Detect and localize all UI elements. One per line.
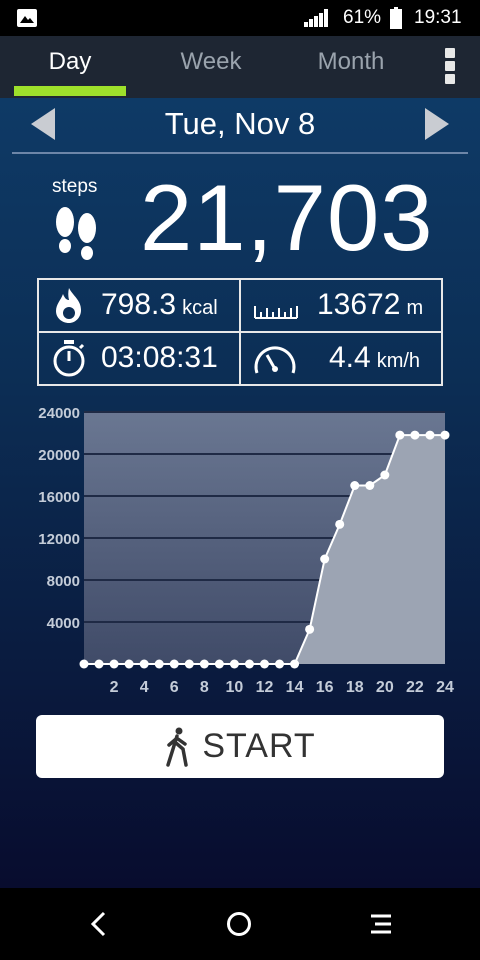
stats-grid: 798.3 kcal 13672 m 03:08:31 4.4 km/h [37, 278, 443, 386]
menu-icon[interactable] [369, 913, 393, 935]
speed-value: 4.4 [329, 341, 371, 374]
active-tab-indicator [14, 86, 126, 96]
stopwatch-icon [53, 340, 85, 377]
data-point [410, 430, 420, 440]
start-button-label: START [202, 727, 316, 765]
start-button[interactable]: START [36, 715, 444, 778]
x-tick-label: 20 [376, 679, 394, 694]
steps-count: 21,703 [140, 165, 434, 270]
data-point [229, 659, 239, 669]
walking-person-icon [166, 727, 189, 767]
y-tick-label: 12000 [38, 531, 80, 548]
y-tick-label: 24000 [38, 405, 80, 422]
calories-unit: kcal [182, 297, 218, 319]
data-point [365, 481, 375, 490]
distance-unit: m [406, 297, 424, 319]
back-icon[interactable] [88, 910, 108, 938]
footprints-icon [56, 207, 96, 260]
x-tick-label: 22 [406, 679, 424, 694]
overflow-menu-icon[interactable] [440, 48, 460, 88]
y-tick-label: 16000 [38, 489, 80, 506]
x-tick-label: 12 [256, 679, 274, 694]
tab-week[interactable]: Week [150, 48, 272, 76]
data-point [440, 430, 450, 440]
data-point [275, 659, 285, 669]
steps-summary: steps 21,703 [0, 165, 480, 278]
y-tick-label: 20000 [38, 447, 80, 464]
ruler-icon [254, 306, 298, 319]
battery-percent: 61% [343, 7, 382, 28]
tab-bar: Day Week Month [0, 36, 480, 98]
y-tick-label: 8000 [47, 573, 80, 590]
grid-divider [39, 331, 441, 333]
duration-stat: 03:08:31 [101, 341, 218, 375]
data-point [244, 659, 254, 669]
data-point [109, 659, 119, 669]
x-tick-label: 10 [226, 679, 244, 694]
system-nav-bar [0, 888, 480, 960]
data-point [395, 430, 405, 440]
y-tick-label: 4000 [47, 615, 80, 632]
battery-icon [390, 7, 402, 29]
main-content: Tue, Nov 8 steps 21,703 798.3 kcal 13672 m [0, 98, 480, 888]
home-icon[interactable] [227, 912, 251, 936]
divider [12, 152, 468, 154]
x-tick-label: 8 [200, 679, 209, 694]
x-tick-label: 6 [170, 679, 179, 694]
tab-month[interactable]: Month [290, 48, 412, 76]
distance-stat: 13672 m [317, 288, 423, 322]
data-point [199, 659, 209, 669]
speed-unit: km/h [376, 350, 421, 372]
flame-icon [56, 288, 81, 323]
steps-label: steps [52, 176, 98, 197]
steps-chart: 4000 8000 12000 16000 20000 24000 2 4 6 8 10 12 14 16… [0, 404, 480, 694]
data-point [169, 659, 179, 669]
tab-day[interactable]: Day [14, 48, 126, 76]
signal-icon [304, 9, 328, 27]
data-point [320, 554, 330, 564]
x-tick-label: 4 [140, 679, 149, 694]
distance-value: 13672 [317, 288, 401, 321]
image-icon [17, 9, 37, 27]
data-point [94, 659, 104, 669]
speed-stat: 4.4 km/h [329, 341, 420, 375]
data-point [425, 430, 435, 440]
x-tick-label: 2 [110, 679, 119, 694]
duration-value: 03:08:31 [101, 341, 218, 374]
clock: 19:31 [414, 7, 462, 28]
previous-day-button[interactable] [31, 108, 55, 140]
x-tick-label: 18 [346, 679, 364, 694]
data-point [124, 659, 134, 669]
data-point [154, 659, 164, 669]
status-bar: 61% 19:31 [0, 0, 480, 36]
steps-chart-svg: 40008000120001600020000240002 4 6 8 10 12 14 16… [38, 405, 454, 694]
data-point [139, 659, 149, 669]
calories-stat: 798.3 kcal [101, 288, 218, 322]
speedometer-icon [254, 346, 296, 374]
data-point [305, 624, 315, 634]
data-point [350, 481, 360, 490]
x-tick-label: 16 [316, 679, 334, 694]
data-point [184, 659, 194, 669]
data-point [214, 659, 224, 669]
data-point [380, 470, 390, 480]
data-point [290, 659, 300, 669]
x-tick-label: 14 [286, 679, 304, 694]
calories-value: 798.3 [101, 288, 177, 321]
x-tick-label: 24 [436, 679, 454, 694]
data-point [79, 659, 89, 669]
data-point [335, 519, 345, 529]
date-navigator: Tue, Nov 8 [0, 98, 480, 152]
next-day-button[interactable] [425, 108, 449, 140]
date-label: Tue, Nov 8 [164, 106, 316, 141]
data-point [260, 659, 269, 669]
